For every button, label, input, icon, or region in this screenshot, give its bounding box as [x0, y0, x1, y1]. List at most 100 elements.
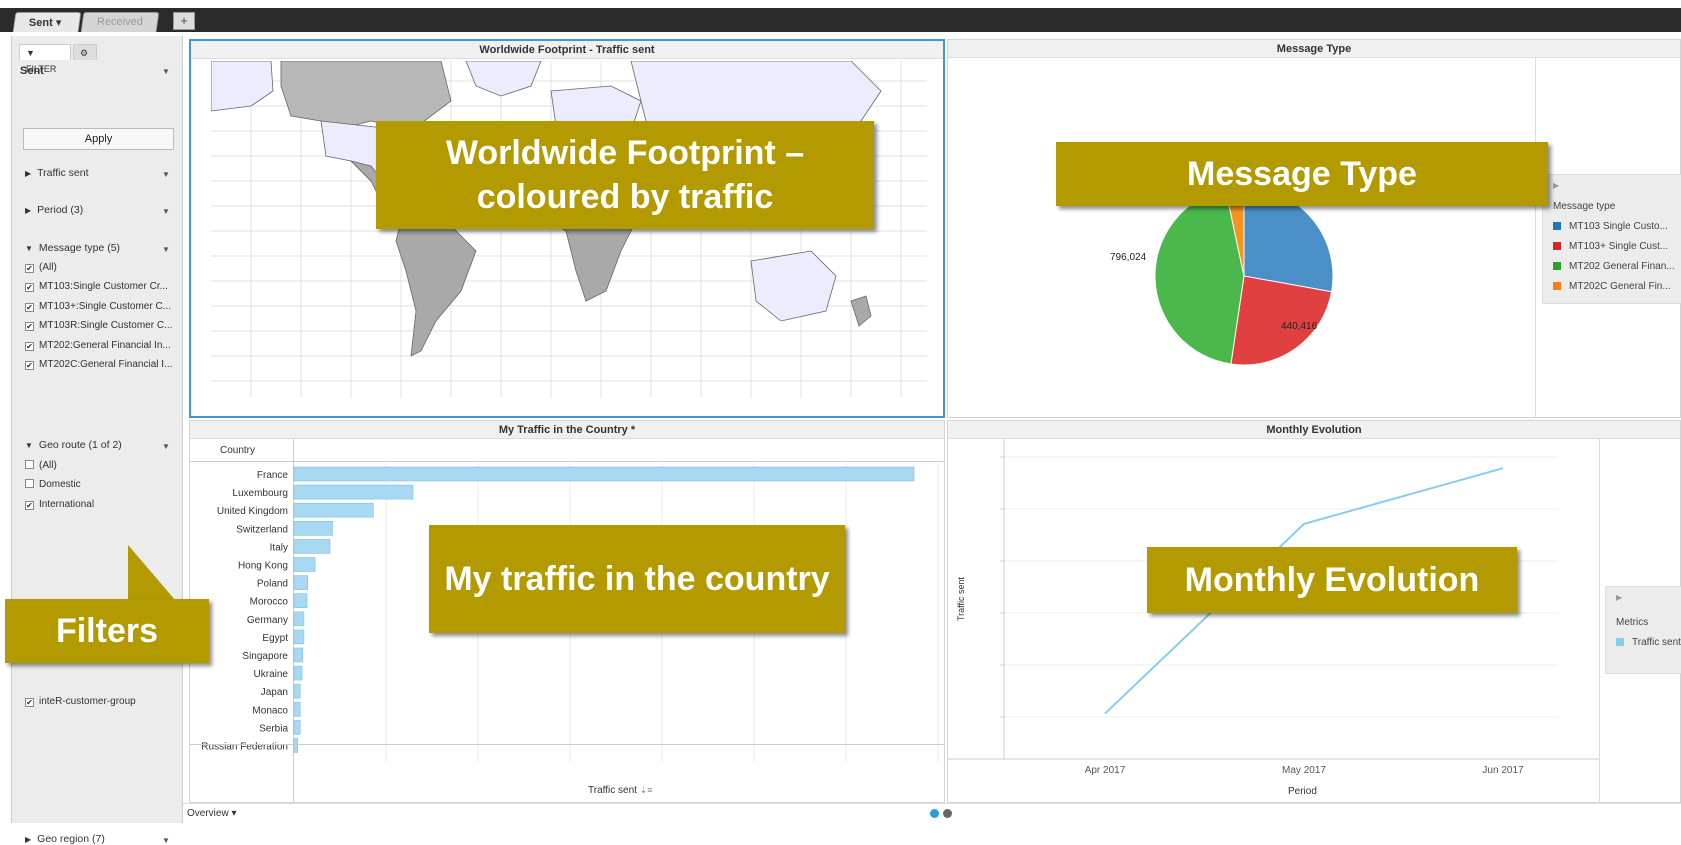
bar-category-label: Poland [257, 579, 288, 590]
pie-label-left: 796,024 [1110, 252, 1147, 263]
axis-line [190, 744, 945, 745]
bar[interactable] [293, 683, 301, 699]
tab-sent[interactable]: Sent ▾ [12, 12, 82, 32]
bar-category-label: Italy [270, 542, 288, 553]
bar[interactable] [293, 593, 308, 608]
checkbox-international[interactable]: ✔ International [25, 499, 94, 510]
legend-title: Message type [1553, 201, 1616, 212]
legend-expand-icon[interactable]: ▶ [1553, 181, 1559, 190]
monthly-panel-title: Monthly Evolution [948, 421, 1680, 439]
message-type-panel-title: Message Type [948, 40, 1680, 58]
bar-category-label: Monaco [252, 705, 288, 716]
geo-route-section[interactable]: ▼ Geo route (1 of 2) [25, 439, 122, 451]
bar-category-label: Morocco [250, 597, 289, 608]
page-dot[interactable] [943, 809, 952, 818]
bar[interactable] [293, 611, 305, 627]
legend-item-traffic-sent[interactable]: Traffic sent [1616, 637, 1681, 648]
checkbox-mt103r[interactable]: ✔ MT103R:Single Customer C... [25, 320, 172, 331]
callout-message-type: Message Type [1056, 142, 1548, 206]
chevron-down-icon[interactable]: ▼ [162, 67, 170, 76]
divider [1535, 58, 1536, 418]
filter-tab[interactable]: ▼ FILTER [19, 44, 71, 74]
checkbox-domestic[interactable]: Domestic [25, 479, 81, 490]
bar[interactable] [293, 575, 308, 590]
message-type-panel[interactable]: Message Type 796,024 440,416 ▶ Message t… [947, 39, 1681, 418]
message-type-section[interactable]: ▼ Message type (5) [25, 242, 120, 254]
bar[interactable] [293, 738, 299, 753]
settings-tab[interactable]: ⚙ [73, 44, 97, 60]
callout-country: My traffic in the country [429, 525, 845, 633]
top-strip [0, 0, 1681, 8]
callout-monthly: Monthly Evolution [1147, 547, 1517, 613]
bar-category-label: United Kingdom [217, 506, 288, 517]
bar-category-label: Japan [261, 687, 288, 698]
checkbox-mt103plus[interactable]: ✔ MT103+:Single Customer C... [25, 301, 171, 312]
bar[interactable] [293, 502, 374, 518]
collapse-icon: ▼ [25, 441, 33, 450]
country-column-header: Country [220, 445, 256, 456]
period-section[interactable]: ▶ Period (3) [25, 204, 83, 216]
checkbox-geo-all[interactable]: (All) [25, 460, 57, 471]
bar[interactable] [293, 702, 301, 717]
bar-category-label: Ukraine [254, 669, 289, 680]
expand-icon: ▶ [25, 206, 32, 215]
divider [1599, 439, 1600, 803]
bar[interactable] [293, 520, 333, 536]
legend-item-mt202[interactable]: MT202 General Finan... [1553, 261, 1675, 272]
map-panel-title: Worldwide Footprint - Traffic sent [191, 41, 943, 59]
bar[interactable] [293, 466, 915, 482]
expand-icon: ▶ [25, 835, 32, 844]
legend-title: Metrics [1616, 617, 1649, 628]
bar-x-axis-label: Traffic sent ⇣≡ [588, 785, 653, 796]
pie-label-bottom: 440,416 [1281, 321, 1318, 332]
message-type-legend: ▶ Message type MT103 Single Custo... MT1… [1542, 174, 1681, 304]
sort-icon[interactable]: ⇣≡ [640, 785, 653, 795]
bar-category-label: Germany [247, 615, 288, 626]
bar[interactable] [293, 484, 414, 500]
tab-received[interactable]: Received [80, 12, 160, 32]
filter-sidebar: ▼ FILTER ⚙ Sent ▼ Apply ▶ Traffic sent ▼ … [11, 36, 183, 845]
message-type-pie-chart[interactable] [948, 58, 1535, 418]
callout-filters: Filters [5, 599, 209, 663]
line-x-axis-label: Period [1288, 786, 1317, 797]
callout-map: Worldwide Footprint – coloured by traffi… [376, 121, 874, 229]
page-selector[interactable]: Overview ▾ [187, 808, 237, 819]
bar-category-label: Egypt [262, 633, 288, 644]
checkbox-mt103[interactable]: ✔ MT103:Single Customer Cr... [25, 281, 168, 292]
sent-selector[interactable]: Sent [20, 65, 44, 77]
funnel-icon: ▼ [26, 48, 35, 58]
world-map[interactable] [211, 61, 927, 398]
chevron-down-icon[interactable]: ▼ [162, 836, 170, 845]
legend-item-mt202c[interactable]: MT202C General Fin... [1553, 281, 1671, 292]
page-dot-active[interactable] [930, 809, 939, 818]
chevron-down-icon[interactable]: ▼ [162, 442, 170, 451]
geo-region-section[interactable]: ▶ Geo region (7) [25, 833, 105, 845]
apply-button[interactable]: Apply [23, 128, 174, 150]
bar-category-label: Serbia [259, 723, 288, 734]
legend-item-mt103plus[interactable]: MT103+ Single Cust... [1553, 241, 1668, 252]
checkbox-mt202[interactable]: ✔ MT202:General Financial In... [25, 340, 171, 351]
legend-item-mt103[interactable]: MT103 Single Custo... [1553, 221, 1668, 232]
traffic-sent-section[interactable]: ▶ Traffic sent [25, 167, 89, 179]
checkbox-mt202c[interactable]: ✔ MT202C:General Financial I... [25, 359, 172, 370]
monthly-line-chart[interactable]: Apr 2017 May 2017 Jun 2017 [948, 439, 1599, 803]
bar-category-label: France [257, 470, 289, 481]
checkbox-mt-all[interactable]: ✔ (All) [25, 262, 57, 273]
expand-icon: ▶ [25, 169, 32, 178]
bar[interactable] [293, 665, 303, 681]
legend-expand-icon[interactable]: ▶ [1616, 593, 1622, 602]
footer-bar: Overview ▾ [183, 803, 1681, 823]
chevron-down-icon[interactable]: ▼ [162, 170, 170, 179]
gear-icon: ⚙ [80, 48, 89, 58]
bar[interactable] [293, 647, 303, 663]
bar[interactable] [293, 720, 301, 735]
chevron-down-icon[interactable]: ▼ [162, 245, 170, 254]
add-tab-button[interactable]: + [173, 12, 195, 30]
checkbox-customer-group[interactable]: ✔ inteR-customer-group [25, 696, 136, 707]
bar[interactable] [293, 629, 305, 645]
line-y-axis-label: Traffic sent [956, 576, 966, 621]
chevron-down-icon[interactable]: ▼ [162, 207, 170, 216]
bar[interactable] [293, 557, 316, 572]
x-tick-label: May 2017 [1282, 765, 1326, 776]
bar[interactable] [293, 539, 331, 554]
